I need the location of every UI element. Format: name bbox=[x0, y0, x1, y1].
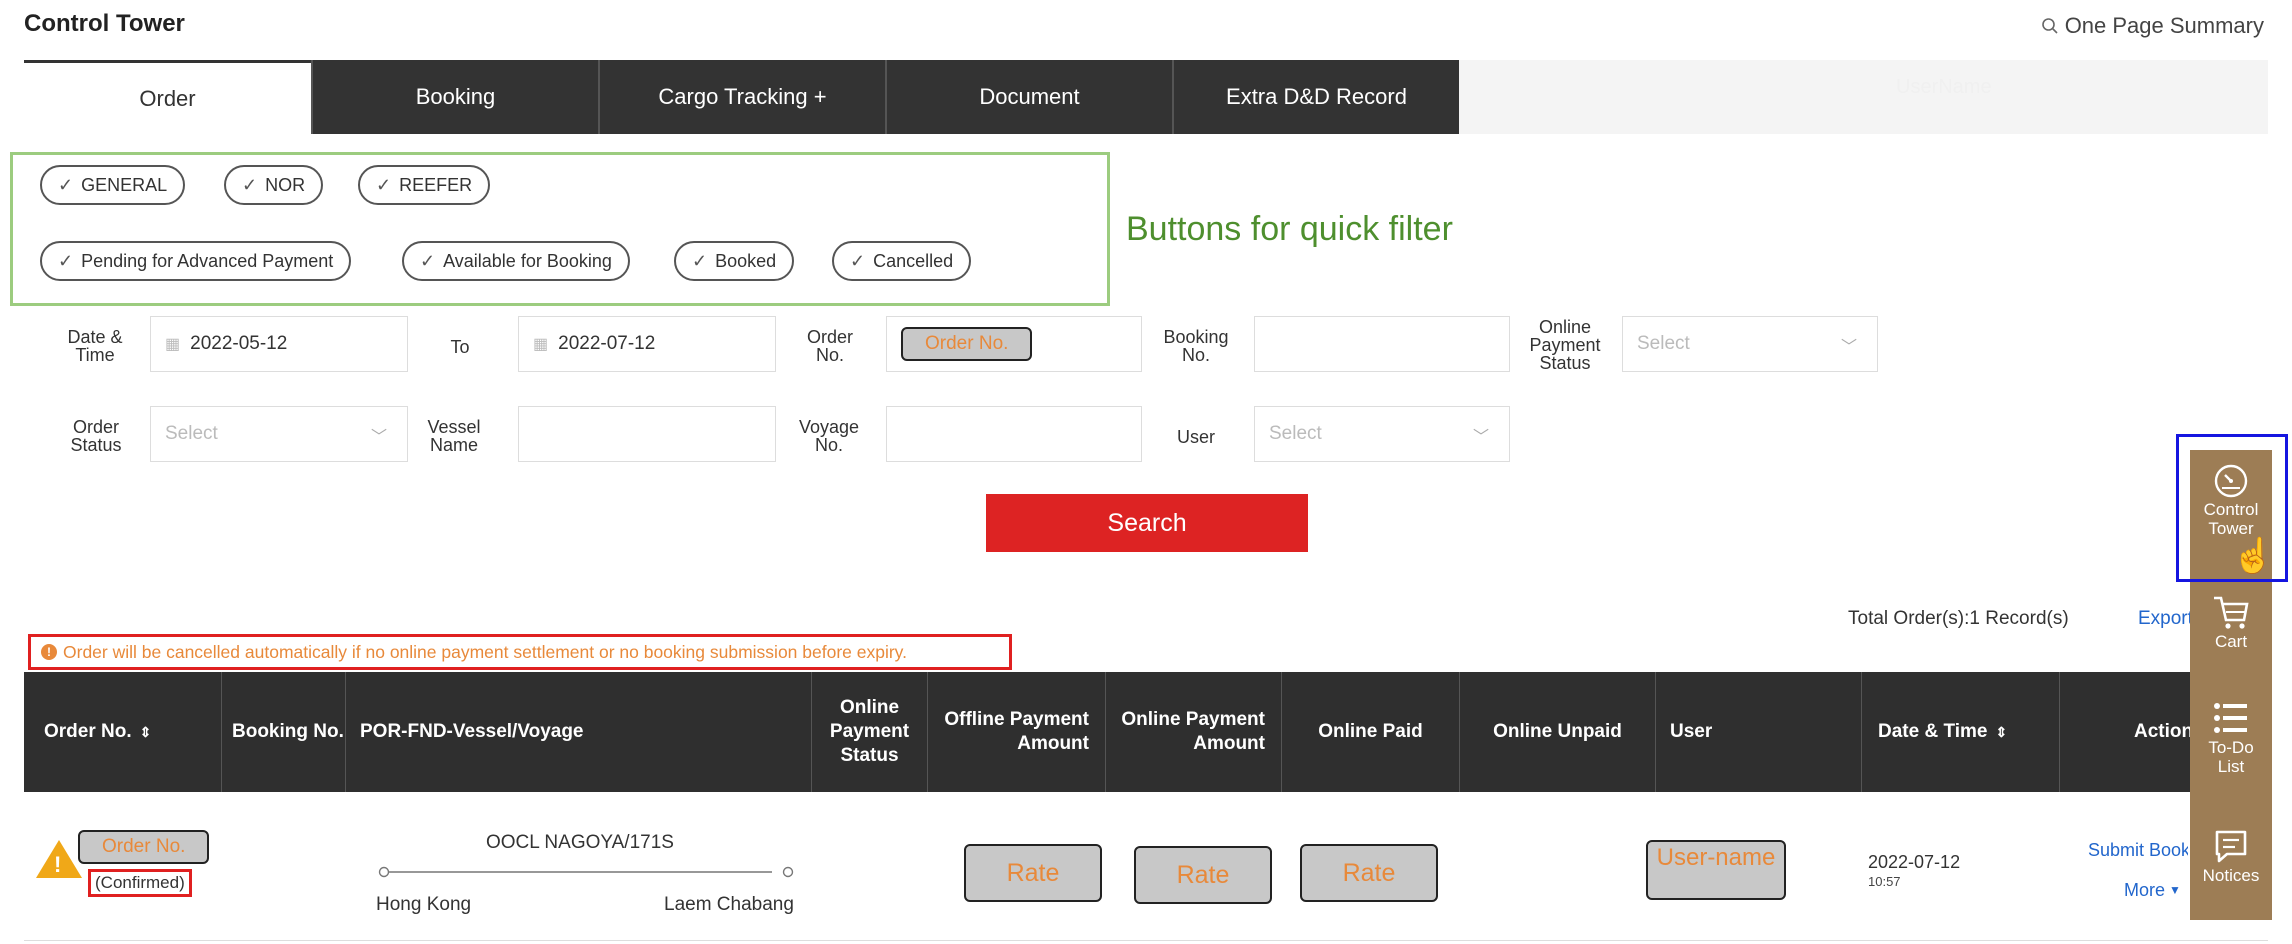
col-offline-payment-amount: Offline Payment Amount bbox=[928, 672, 1106, 792]
search-icon bbox=[2041, 18, 2058, 34]
tab-bar: Order Booking Cargo Tracking + Document … bbox=[24, 60, 1459, 134]
row-order-no[interactable]: Order No. bbox=[78, 830, 210, 864]
col-online-payment-amount: Online Payment Amount bbox=[1106, 672, 1282, 792]
check-icon: ✓ bbox=[850, 250, 866, 271]
message-icon bbox=[2215, 830, 2247, 863]
order-status-label: Order Status bbox=[70, 417, 122, 455]
order-no-label: Order No. bbox=[806, 327, 853, 365]
online-payment-status-label: Online Payment Status bbox=[1529, 317, 1601, 373]
vessel-name-input[interactable] bbox=[518, 406, 776, 462]
booking-no-input[interactable] bbox=[1254, 316, 1510, 372]
col-order-no[interactable]: Order No. ⇕ bbox=[24, 672, 222, 792]
quick-filter-annotation: Buttons for quick filter bbox=[1126, 210, 1453, 248]
user-select[interactable]: Select ﹀ bbox=[1254, 406, 1510, 462]
chevron-down-icon: ﹀ bbox=[1472, 429, 1489, 446]
sidebar-control-tower[interactable]: Control Tower bbox=[2190, 462, 2272, 538]
row-destination: Laem Chabang bbox=[664, 894, 794, 915]
route-line bbox=[378, 866, 794, 878]
filter-chip-general[interactable]: ✓ GENERAL bbox=[40, 165, 186, 205]
info-icon: ! bbox=[41, 644, 57, 660]
order-no-input[interactable]: Order No. bbox=[886, 316, 1142, 372]
sidebar-todo-list[interactable]: To-Do List bbox=[2190, 698, 2272, 776]
filter-chip-pending-advanced-payment[interactable]: ✓ Pending for Advanced Payment bbox=[40, 241, 352, 281]
check-icon: ✓ bbox=[420, 250, 436, 271]
list-icon bbox=[2214, 703, 2247, 733]
rate-online-payment: Rate bbox=[1134, 846, 1272, 904]
row-vessel-voyage: OOCL NAGOYA/171S bbox=[486, 832, 674, 853]
date-time-label: Date & Time bbox=[67, 327, 123, 365]
col-user: User bbox=[1656, 672, 1862, 792]
col-online-paid: Online Paid bbox=[1282, 672, 1460, 792]
row-time: 10:57 bbox=[1868, 874, 1901, 889]
chevron-down-icon: ﹀ bbox=[1840, 339, 1857, 356]
col-online-payment-status: Online Payment Status bbox=[812, 672, 928, 792]
user-label: User bbox=[1176, 427, 1215, 447]
one-page-summary-link[interactable]: One Page Summary bbox=[2041, 13, 2264, 39]
col-online-unpaid: Online Unpaid bbox=[1460, 672, 1656, 792]
online-payment-status-select[interactable]: Select ﹀ bbox=[1622, 316, 1878, 372]
cursor-hand-icon: ☝ bbox=[2232, 537, 2275, 575]
col-booking-no: Booking No. bbox=[222, 672, 346, 792]
voyage-no-label: Voyage No. bbox=[798, 417, 860, 455]
filter-chip-booked[interactable]: ✓ Booked bbox=[674, 241, 795, 281]
rate-online-paid: Rate bbox=[1300, 844, 1438, 902]
sort-icon: ⇕ bbox=[139, 724, 152, 740]
row-origin: Hong Kong bbox=[376, 894, 472, 915]
date-to-input[interactable]: ▦ 2022-07-12 bbox=[518, 316, 776, 372]
chevron-down-icon: ﹀ bbox=[370, 429, 387, 446]
warning-exclamation: ! bbox=[54, 852, 62, 877]
sidebar-cart[interactable]: Cart bbox=[2190, 592, 2272, 651]
check-icon: ✓ bbox=[692, 250, 708, 271]
more-dropdown[interactable]: More ▼ bbox=[2124, 880, 2181, 901]
gauge-icon bbox=[2214, 464, 2248, 498]
calendar-icon: ▦ bbox=[165, 336, 181, 353]
rate-offline-payment: Rate bbox=[964, 844, 1102, 902]
username-ghost: UserName bbox=[1896, 76, 1992, 98]
col-date-time[interactable]: Date & Time ⇕ bbox=[1862, 672, 2060, 792]
filter-chip-available-for-booking[interactable]: ✓ Available for Booking bbox=[402, 241, 630, 281]
order-no-value: Order No. bbox=[901, 327, 1033, 361]
booking-no-label: Booking No. bbox=[1163, 327, 1229, 365]
check-icon: ✓ bbox=[58, 174, 74, 195]
sort-icon: ⇕ bbox=[1995, 724, 2008, 740]
search-button[interactable]: Search bbox=[986, 494, 1308, 552]
tab-order[interactable]: Order bbox=[24, 60, 311, 134]
row-user: User-name bbox=[1646, 840, 1786, 900]
date-from-input[interactable]: ▦ 2022-05-12 bbox=[150, 316, 408, 372]
page-title: Control Tower bbox=[24, 10, 185, 37]
order-status-select[interactable]: Select ﹀ bbox=[150, 406, 408, 462]
row-date: 2022-07-12 bbox=[1868, 852, 1961, 872]
expiry-warning: ! Order will be cancelled automatically … bbox=[28, 634, 1012, 670]
calendar-icon: ▦ bbox=[533, 336, 549, 353]
check-icon: ✓ bbox=[58, 250, 74, 271]
tab-booking[interactable]: Booking bbox=[311, 60, 598, 134]
submit-booking-link[interactable]: Submit Booking bbox=[2088, 840, 2188, 861]
summary-label: One Page Summary bbox=[2064, 13, 2264, 38]
filter-chip-reefer[interactable]: ✓ REEFER bbox=[358, 165, 491, 205]
row-status-confirmed: (Confirmed) bbox=[88, 869, 192, 897]
check-icon: ✓ bbox=[376, 174, 392, 195]
filter-chip-nor[interactable]: ✓ NOR bbox=[224, 165, 324, 205]
sidebar-notices[interactable]: Notices bbox=[2190, 826, 2272, 885]
caret-down-icon: ▼ bbox=[2169, 883, 2181, 897]
check-icon: ✓ bbox=[242, 174, 258, 195]
col-por-fnd: POR-FND-Vessel/Voyage bbox=[346, 672, 812, 792]
tab-document[interactable]: Document bbox=[885, 60, 1172, 134]
filter-chip-cancelled[interactable]: ✓ Cancelled bbox=[832, 241, 972, 281]
to-label: To bbox=[450, 337, 470, 357]
export-link[interactable]: Export bbox=[2138, 608, 2193, 630]
cart-icon bbox=[2214, 596, 2249, 629]
tab-extra-dd-record[interactable]: Extra D&D Record bbox=[1172, 60, 1459, 134]
voyage-no-input[interactable] bbox=[886, 406, 1142, 462]
total-records: Total Order(s):1 Record(s) bbox=[1848, 608, 2069, 629]
vessel-name-label: Vessel Name bbox=[427, 417, 481, 455]
tab-cargo-tracking[interactable]: Cargo Tracking + bbox=[598, 60, 885, 134]
